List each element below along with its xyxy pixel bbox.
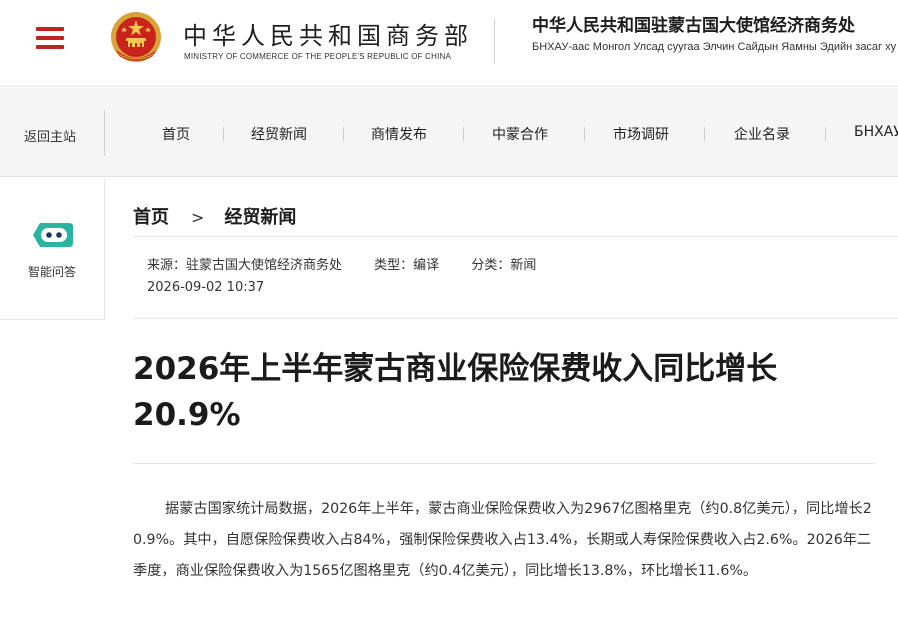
article-body: 据蒙古国家统计局数据，2026年上半年，蒙古商业保险保费收入为2967亿图格里克… — [133, 501, 872, 579]
nav-separator — [463, 127, 464, 141]
embassy-name-mn: БНХАУ-аас Монгол Улсад суугаа Элчин Сайд… — [532, 41, 897, 53]
menu-icon[interactable] — [36, 26, 66, 50]
nav-item-mongolian[interactable]: БНХАУ — [854, 124, 898, 140]
meta-category: 分类：新闻 — [471, 258, 537, 273]
nav-item-home[interactable]: 首页 — [162, 124, 190, 144]
nav-separator — [584, 127, 585, 141]
nav-item-company-directory[interactable]: 企业名录 — [734, 124, 790, 144]
nav-separator — [825, 127, 826, 141]
national-emblem-icon[interactable] — [108, 10, 164, 66]
meta-divider — [133, 318, 898, 319]
nav-item-market-research[interactable]: 市场调研 — [613, 124, 669, 144]
nav-item-cooperation[interactable]: 中蒙合作 — [492, 124, 548, 144]
back-home-link[interactable]: 返回主站 — [24, 126, 76, 145]
nav-separator — [343, 127, 344, 141]
meta-type: 类型：编译 — [374, 258, 440, 273]
breadcrumb-divider — [133, 236, 898, 237]
article-meta: 来源：驻蒙古国大使馆经济商务处 类型：编译 分类：新闻 — [147, 254, 564, 273]
ministry-name-en: MINISTRY OF COMMERCE OF THE PEOPLE'S REP… — [184, 52, 452, 61]
breadcrumb-home[interactable]: 首页 — [133, 207, 169, 228]
header-divider — [494, 18, 495, 64]
nav-separator — [223, 127, 224, 141]
menu-bar — [36, 45, 64, 49]
robot-icon[interactable] — [32, 222, 74, 248]
breadcrumb: 首页 > 经贸新闻 — [133, 203, 296, 228]
sidebar: 智能问答 — [0, 178, 105, 320]
nav-item-business-info[interactable]: 商情发布 — [371, 124, 427, 144]
ministry-name-cn: 中华人民共和国商务部 — [183, 22, 473, 50]
nav-item-trade-news[interactable]: 经贸新闻 — [251, 124, 307, 144]
article-title: 2026年上半年蒙古商业保险保费收入同比增长20.9% — [133, 351, 778, 433]
title-divider — [133, 463, 875, 464]
nav-separator — [704, 127, 705, 141]
menu-bar — [36, 27, 64, 31]
embassy-name-cn: 中华人民共和国驻蒙古国大使馆经济商务处 — [532, 16, 855, 36]
meta-date: 2026-09-02 10:37 — [147, 280, 265, 295]
nav-divider — [104, 110, 105, 156]
smart-qa-label[interactable]: 智能问答 — [0, 263, 104, 280]
main-navbar: 返回主站 首页 经贸新闻 商情发布 中蒙合作 市场调研 企业名录 БНХАУ — [0, 88, 898, 177]
breadcrumb-section[interactable]: 经贸新闻 — [224, 207, 296, 228]
meta-source: 来源：驻蒙古国大使馆经济商务处 — [147, 258, 343, 273]
breadcrumb-separator: > — [191, 208, 205, 227]
menu-bar — [36, 36, 64, 40]
site-header: 中华人民共和国商务部 MINISTRY OF COMMERCE OF THE P… — [0, 0, 898, 87]
